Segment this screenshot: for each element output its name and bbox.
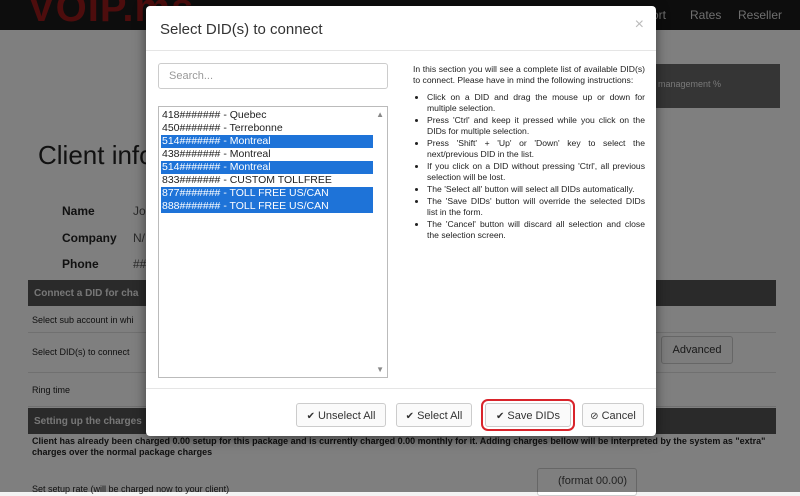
button-label: Select All (417, 410, 463, 422)
button-label: Cancel (601, 410, 636, 422)
did-option[interactable]: 450####### - Terrebonne (161, 122, 373, 135)
check-icon: ✔ (405, 411, 415, 422)
select-all-button[interactable]: ✔ Select All (396, 403, 472, 427)
instruction-item: The 'Cancel' button will discard all sel… (427, 219, 645, 241)
instructions-list: Click on a DID and drag the mouse up or … (413, 92, 645, 241)
instructions-intro: In this section you will see a complete … (413, 64, 645, 85)
did-option[interactable]: 833####### - CUSTOM TOLLFREE (161, 174, 373, 187)
instruction-item: Press 'Ctrl' and keep it pressed while y… (427, 115, 645, 137)
cancel-button[interactable]: ⊘ Cancel (582, 403, 644, 427)
modal-title: Select DID(s) to connect (160, 21, 323, 38)
instructions: In this section you will see a complete … (413, 64, 645, 242)
did-list: 418####### - Quebec 450####### - Terrebon… (161, 109, 373, 213)
unselect-all-button[interactable]: ✔ Unselect All (296, 403, 386, 427)
did-option[interactable]: 418####### - Quebec (161, 109, 373, 122)
save-dids-button[interactable]: ✔ Save DIDs (481, 399, 575, 431)
check-icon: ✔ (306, 411, 315, 422)
modal-header: Select DID(s) to connect × (146, 6, 656, 51)
button-label: Save DIDs (507, 410, 560, 422)
modal-footer: ✔ Unselect All ✔ Select All ✔ Save DIDs ⊘ Ca… (146, 388, 656, 437)
instruction-item: The 'Save DIDs' button will override the… (427, 196, 645, 218)
did-option[interactable]: 514####### - Montreal (161, 161, 373, 174)
did-option[interactable]: 888####### - TOLL FREE US/CAN (161, 200, 373, 213)
search-input[interactable] (158, 63, 388, 89)
instruction-item: Press 'Shift' + 'Up' or 'Down' key to se… (427, 138, 645, 160)
instruction-item: Click on a DID and drag the mouse up or … (427, 92, 645, 114)
check-icon: ✔ (496, 411, 505, 422)
scroll-up-icon[interactable]: ▲ (376, 110, 384, 119)
did-option[interactable]: 877####### - TOLL FREE US/CAN (161, 187, 373, 200)
instruction-item: If you click on a DID without pressing '… (427, 161, 645, 183)
button-label: Unselect All (317, 410, 376, 422)
select-dids-modal: Select DID(s) to connect × 418####### - … (146, 6, 656, 436)
did-listbox[interactable]: 418####### - Quebec 450####### - Terrebon… (158, 106, 388, 378)
did-option[interactable]: 438####### - Montreal (161, 148, 373, 161)
scroll-down-icon[interactable]: ▼ (376, 365, 384, 374)
close-icon[interactable]: × (635, 16, 644, 34)
did-option[interactable]: 514####### - Montreal (161, 135, 373, 148)
instruction-item: The 'Select all' button will select all … (427, 184, 645, 195)
cancel-icon: ⊘ (590, 411, 599, 422)
